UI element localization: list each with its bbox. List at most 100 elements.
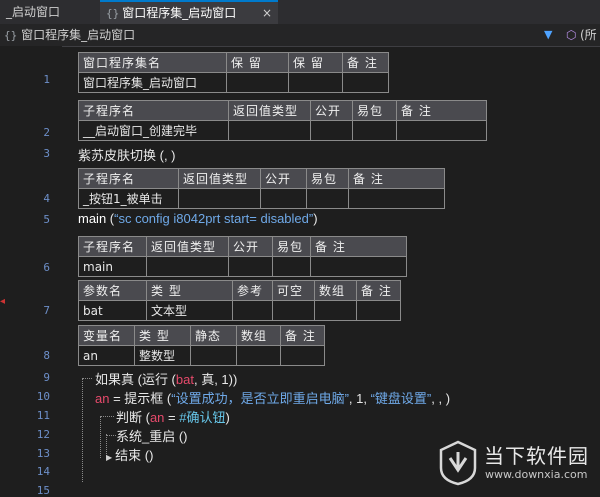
header-cell: 返回值类型 — [178, 168, 261, 189]
line-number: 14 — [36, 465, 50, 478]
header-cell: 公开 — [228, 236, 273, 257]
braces-icon: {} — [4, 29, 18, 42]
header-cell: 数组 — [314, 280, 357, 301]
chevron-down-icon[interactable]: ▼ — [544, 24, 552, 46]
breadcrumb-right-label[interactable]: (所 — [580, 24, 597, 46]
value-cell[interactable] — [342, 72, 389, 93]
header-cell: 类 型 — [146, 280, 233, 301]
code-segment: 结束 () — [115, 448, 154, 463]
flow-guide-line — [82, 378, 83, 482]
string-literal: “sc config i8042prt start= disabled” — [114, 211, 314, 226]
header-cell: 备 注 — [356, 280, 401, 301]
variable-type-cell[interactable]: 整数型 — [134, 345, 191, 366]
value-cell[interactable] — [178, 188, 261, 209]
subroutine-name-cell[interactable]: main — [78, 256, 147, 277]
value-cell[interactable] — [348, 188, 445, 209]
header-cell: 公开 — [310, 100, 353, 121]
header-cell: 易包 — [352, 100, 397, 121]
code-segment: , 1, — [348, 391, 371, 406]
header-cell: 返回值类型 — [146, 236, 229, 257]
tab-bar: _启动窗口 {} 窗口程序集_启动窗口 × — [0, 0, 600, 25]
header-cell: 子程序名 — [78, 236, 147, 257]
subroutine-name-cell[interactable]: _按钮1_被单击 — [78, 188, 179, 209]
header-cell: 备 注 — [280, 325, 325, 346]
watermark-url: www.downxia.com — [485, 468, 588, 481]
tab-window-assembly[interactable]: {} 窗口程序集_启动窗口 × — [100, 0, 278, 24]
value-cell[interactable] — [310, 120, 353, 141]
line-number: 5 — [43, 213, 50, 226]
value-cell[interactable] — [236, 345, 281, 366]
variable-table: 变量名 类 型 静态 数组 备 注 an 整数型 — [78, 325, 325, 366]
code-line-3[interactable]: 紫苏皮肤切换 (, ) — [78, 145, 176, 164]
watermark: 当下软件园 www.downxia.com — [437, 438, 597, 493]
subroutine-table: 子程序名 返回值类型 公开 易包 备 注 _按钮1_被单击 — [78, 168, 445, 209]
header-cell: 保 留 — [226, 52, 289, 73]
code-line-11[interactable]: 判断 (an = #确认钮) — [116, 407, 230, 426]
breadcrumb: {} 窗口程序集_启动窗口 ▼ ⬡ (所 — [0, 24, 600, 47]
value-cell[interactable] — [288, 72, 343, 93]
value-cell[interactable] — [352, 120, 397, 141]
header-cell: 类 型 — [134, 325, 191, 346]
header-cell: 子程序名 — [78, 100, 229, 121]
header-cell: 变量名 — [78, 325, 135, 346]
line-number: 12 — [36, 428, 50, 441]
code-segment: 如果真 (运行 ( — [95, 372, 176, 387]
paren-close: ) — [313, 211, 318, 226]
value-cell[interactable] — [310, 256, 407, 277]
flow-guide-line — [82, 378, 92, 379]
value-cell[interactable] — [190, 345, 237, 366]
code-line-5[interactable]: main (“sc config i8042prt start= disable… — [78, 211, 318, 226]
code-line-9[interactable]: 如果真 (运行 (bat, 真, 1)) — [95, 369, 237, 388]
line-number: 3 — [43, 147, 50, 160]
value-cell[interactable] — [280, 345, 325, 366]
value-cell[interactable] — [356, 300, 401, 321]
subroutine-name-cell[interactable]: __启动窗口_创建完毕 — [78, 120, 229, 141]
value-cell[interactable] — [146, 256, 229, 277]
tab-startup-window[interactable]: _启动窗口 — [0, 0, 92, 24]
code-segment: , , ) — [431, 391, 451, 406]
constant-ref: #确认钮 — [179, 410, 226, 425]
watermark-title: 当下软件园 — [484, 444, 589, 468]
variable-name-cell[interactable]: an — [78, 345, 135, 366]
braces-icon: {} — [106, 7, 120, 20]
code-line-12[interactable]: 系统_重启 () — [116, 426, 188, 445]
value-cell[interactable] — [396, 120, 487, 141]
code-line-13[interactable]: ▶ 结束 () — [106, 445, 153, 464]
header-cell: 易包 — [272, 236, 311, 257]
header-cell: 备 注 — [342, 52, 389, 73]
header-cell: 公开 — [260, 168, 307, 189]
code-segment: = — [164, 410, 180, 425]
cube-icon: ⬡ — [566, 28, 577, 42]
line-number: 2 — [43, 126, 50, 139]
value-cell[interactable] — [306, 188, 349, 209]
code-segment: ) — [225, 410, 230, 425]
line-number: 4 — [43, 192, 50, 205]
subroutine-table: 子程序名 返回值类型 公开 易包 备 注 __启动窗口_创建完毕 — [78, 100, 487, 141]
variable-ref: an — [149, 410, 165, 425]
breadcrumb-label[interactable]: 窗口程序集_启动窗口 — [21, 28, 135, 42]
header-cell: 数组 — [236, 325, 281, 346]
parameter-name-cell[interactable]: bat — [78, 300, 147, 321]
value-cell[interactable] — [226, 72, 289, 93]
value-cell[interactable] — [232, 300, 273, 321]
line-number: 13 — [36, 447, 50, 460]
assembly-table: 窗口程序集名 保 留 保 留 备 注 窗口程序集_启动窗口 — [78, 52, 389, 93]
tab-label: _启动窗口 — [6, 5, 61, 19]
header-cell: 备 注 — [310, 236, 407, 257]
value-cell[interactable] — [228, 256, 273, 277]
code-line-10[interactable]: an = 提示框 (“设置成功，是否立即重启电脑”, 1, “键盘设置”, , … — [95, 388, 450, 407]
paren-open: ( — [106, 211, 115, 226]
value-cell[interactable] — [228, 120, 311, 141]
flow-guide-line — [100, 416, 114, 417]
close-icon[interactable]: × — [262, 2, 272, 24]
parameter-type-cell[interactable]: 文本型 — [146, 300, 233, 321]
value-cell[interactable] — [314, 300, 357, 321]
assembly-name-cell[interactable]: 窗口程序集_启动窗口 — [78, 72, 227, 93]
value-cell[interactable] — [260, 188, 307, 209]
header-cell: 备 注 — [348, 168, 445, 189]
value-cell[interactable] — [272, 300, 315, 321]
header-cell: 参数名 — [78, 280, 147, 301]
line-number: 6 — [43, 261, 50, 274]
value-cell[interactable] — [272, 256, 311, 277]
code-segment: 判断 ( — [116, 410, 150, 425]
